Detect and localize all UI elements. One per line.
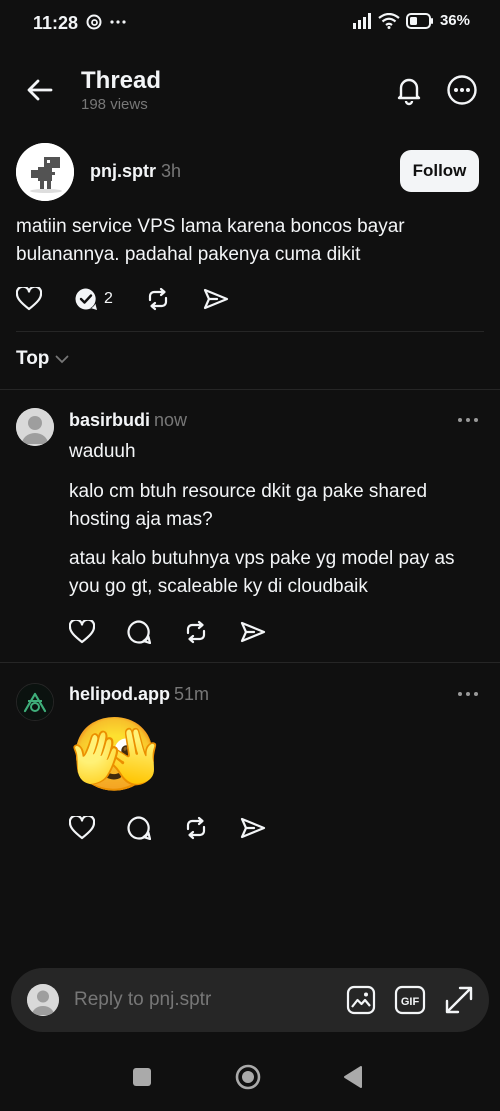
follow-button[interactable]: Follow [400,150,479,192]
reply-username[interactable]: basirbudi now [69,410,187,431]
image-icon [346,985,376,1015]
repost-button[interactable] [145,286,171,312]
repost-button[interactable] [183,815,209,841]
reply-username[interactable]: helipod.app 51m [69,684,209,705]
op-username-text[interactable]: pnj.sptr [90,161,156,181]
send-icon [240,621,266,643]
home-circle-icon [235,1064,261,1090]
replied-comment-icon [75,288,97,310]
back-arrow-icon [27,79,53,101]
divider [16,331,484,332]
reply-emoji: 🫣 [70,715,160,795]
default-avatar-icon [16,408,54,446]
like-button[interactable] [69,619,95,645]
status-time: 11:28 [33,13,79,33]
dino-avatar-image [16,143,74,201]
more-horizontal-icon [458,418,478,422]
reply-more-button[interactable] [456,414,480,426]
reply-count-button[interactable]: 2 [74,287,113,311]
comment-button[interactable] [126,815,152,841]
send-icon [240,817,266,839]
back-triangle-icon [344,1066,362,1088]
heart-icon [69,816,95,840]
reply-username-text[interactable]: helipod.app [69,684,170,704]
share-button[interactable] [203,286,229,312]
more-options-button[interactable] [446,74,478,106]
reply-action-row [69,815,266,841]
repost-icon [186,816,206,840]
svg-text:GIF: GIF [401,996,420,1008]
reply-input[interactable]: Reply to pnj.sptr [74,989,211,1011]
page-title: Thread [81,67,162,94]
gif-button[interactable]: GIF [394,984,426,1016]
like-button[interactable] [16,286,42,312]
heart-icon [16,287,42,311]
signal-icon [352,12,371,29]
home-button[interactable] [235,1064,261,1090]
expand-icon [445,986,473,1014]
helipod-logo-icon [17,684,53,720]
sort-label: Top [16,348,50,369]
op-username[interactable]: pnj.sptr 3h [90,161,181,182]
like-button[interactable] [69,815,95,841]
reply-username-text[interactable]: basirbudi [69,410,150,430]
op-post-text: matiin service VPS lama karena boncos ba… [16,216,405,265]
back-button[interactable] [24,74,56,106]
op-avatar[interactable] [16,143,74,201]
heart-icon [69,620,95,644]
share-button[interactable] [240,619,266,645]
reply-paragraph: atau kalo butuhnya vps pake yg model pay… [69,548,455,597]
battery-percent: 36% [439,12,470,29]
repost-button[interactable] [183,619,209,645]
chevron-down-icon [56,355,69,363]
reply-avatar[interactable] [16,683,54,721]
image-attach-button[interactable] [345,984,377,1016]
gif-icon: GIF [394,985,426,1015]
op-action-row: 2 [16,286,229,312]
wifi-icon [378,12,400,29]
notifications-button[interactable] [393,74,425,106]
reply-action-row [69,619,266,645]
reply-timestamp: 51m [174,684,210,704]
send-icon [203,288,229,310]
comment-button[interactable] [126,619,152,645]
divider [0,389,500,390]
reply-paragraph: waduuh [69,441,136,462]
reply-composer[interactable]: Reply to pnj.sptr GIF [11,968,489,1032]
repost-icon [186,620,206,644]
status-right: 36% [352,12,470,29]
reply-avatar[interactable] [16,408,54,446]
view-count: 198 views [81,96,148,113]
comment-icon [127,816,151,840]
sort-dropdown[interactable]: Top [16,348,69,370]
more-horizontal-icon [458,692,478,696]
comment-icon [127,620,151,644]
my-avatar [27,984,59,1016]
battery-icon [405,12,433,29]
reply-count: 2 [104,290,113,307]
divider [0,662,500,663]
share-button[interactable] [240,815,266,841]
recent-apps-button[interactable] [133,1068,151,1086]
expand-button[interactable] [443,984,475,1016]
more-notifications-icon [110,20,126,24]
status-left-icons [86,14,126,30]
reply-more-button[interactable] [456,688,480,700]
threads-icon [86,14,102,30]
bell-icon [397,78,421,106]
system-back-button[interactable] [343,1065,363,1089]
repost-icon [148,287,168,311]
reply-paragraph: kalo cm btuh resource dkit ga pake share… [69,481,428,530]
op-timestamp: 3h [161,161,182,181]
default-avatar-icon [27,984,59,1016]
more-circle-icon [447,75,477,105]
reply-timestamp: now [154,410,188,430]
